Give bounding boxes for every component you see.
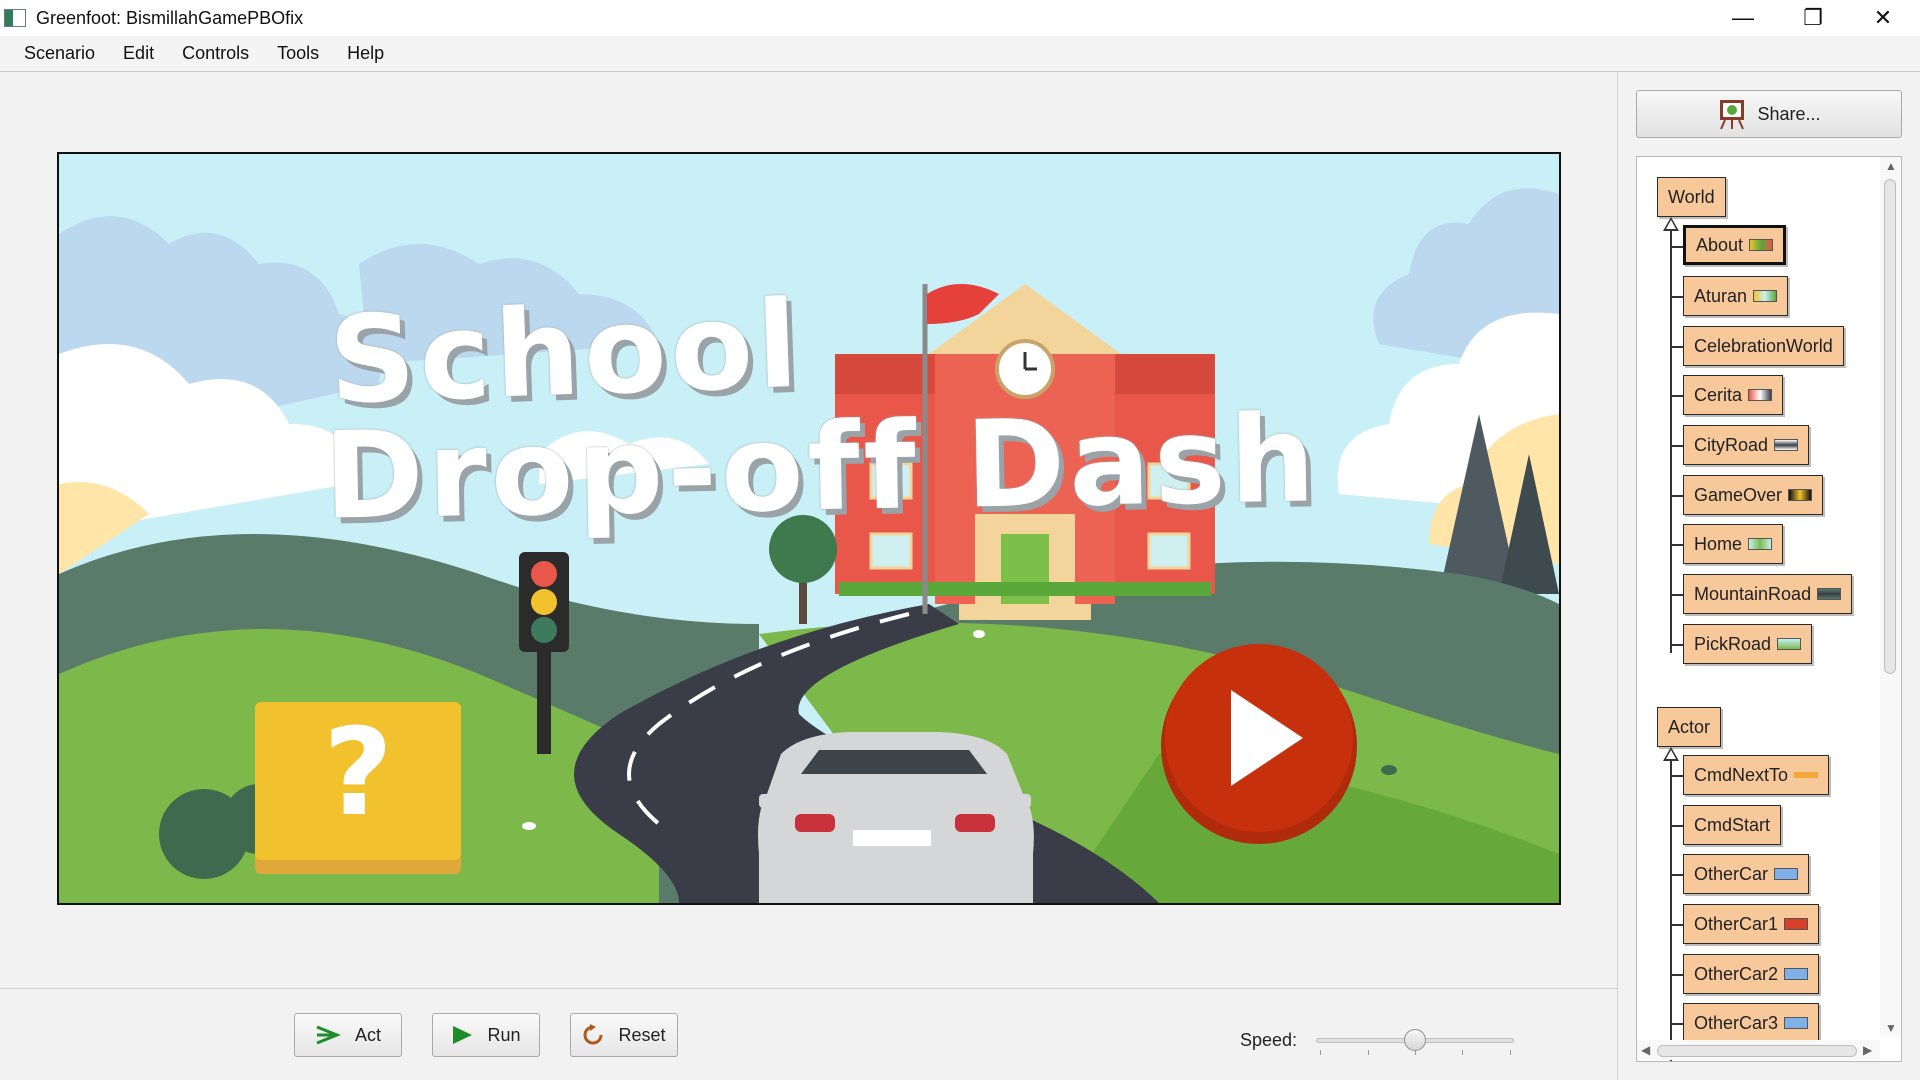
share-label: Share... xyxy=(1757,103,1821,124)
run-button[interactable]: Run xyxy=(432,1013,540,1057)
car-icon xyxy=(1774,868,1799,880)
right-divider xyxy=(1617,72,1618,1080)
run-label: Run xyxy=(487,1024,521,1045)
vertical-scroll-thumb[interactable] xyxy=(1884,179,1896,674)
world-canvas[interactable]: ? School Drop-off Dash xyxy=(57,152,1561,905)
tree-line xyxy=(1670,924,1684,926)
inheritance-arrow xyxy=(1663,747,1679,761)
minimize-button[interactable]: — xyxy=(1708,0,1778,36)
tree-line xyxy=(1670,346,1684,348)
tree-line xyxy=(1670,544,1684,546)
class-pickroad[interactable]: PickRoad xyxy=(1683,624,1813,664)
class-gameover[interactable]: GameOver xyxy=(1683,475,1824,515)
menu-tools[interactable]: Tools xyxy=(263,43,333,64)
reset-icon xyxy=(584,1024,603,1045)
class-thumbnail xyxy=(1753,290,1778,302)
menu-edit[interactable]: Edit xyxy=(109,43,168,64)
class-othercar1[interactable]: OtherCar1 xyxy=(1683,904,1820,944)
scroll-right-icon[interactable]: ▶ xyxy=(1863,1043,1872,1057)
class-othercar2[interactable]: OtherCar2 xyxy=(1683,954,1820,994)
tree-line xyxy=(1670,231,1672,653)
scroll-down-icon[interactable]: ▼ xyxy=(1885,1021,1897,1035)
inheritance-arrow xyxy=(1663,217,1679,231)
tree-line xyxy=(1670,296,1684,298)
arrow-right-icon xyxy=(1794,772,1819,778)
scroll-left-icon[interactable]: ◀ xyxy=(1641,1043,1650,1057)
greenfoot-app-icon xyxy=(4,9,26,27)
tree-line xyxy=(1670,1023,1684,1025)
class-cmdstart[interactable]: CmdStart xyxy=(1683,805,1782,845)
menu-bar: Scenario Edit Controls Tools Help xyxy=(0,36,1920,72)
menu-scenario[interactable]: Scenario xyxy=(10,43,109,64)
class-cmdnextto[interactable]: CmdNextTo xyxy=(1683,755,1830,795)
car-icon xyxy=(1784,918,1809,930)
share-button[interactable]: Share... xyxy=(1636,90,1902,138)
class-aturan[interactable]: Aturan xyxy=(1683,276,1789,316)
tree-line xyxy=(1670,246,1684,248)
slider-tick xyxy=(1462,1050,1463,1055)
act-label: Act xyxy=(354,1024,381,1045)
menu-help[interactable]: Help xyxy=(333,43,398,64)
act-button[interactable]: Act xyxy=(294,1013,402,1057)
world-area: ? School Drop-off Dash xyxy=(0,72,1617,988)
class-mountainroad[interactable]: MountainRoad xyxy=(1683,574,1853,614)
slider-tick xyxy=(1320,1050,1321,1055)
class-othercar3[interactable]: OtherCar3 xyxy=(1683,1003,1820,1043)
vertical-scrollbar[interactable]: ▲ ▼ xyxy=(1880,157,1900,1037)
class-thumbnail xyxy=(1748,389,1773,401)
tree-line xyxy=(1670,825,1684,827)
game-title-line2: Drop-off Dash xyxy=(322,390,1321,547)
class-thumbnail xyxy=(1817,588,1842,600)
menu-controls[interactable]: Controls xyxy=(168,43,263,64)
slider-tick xyxy=(1510,1050,1511,1055)
tree-line xyxy=(1670,395,1684,397)
scroll-up-icon[interactable]: ▲ xyxy=(1885,159,1897,173)
class-thumbnail xyxy=(1749,239,1774,251)
reset-button[interactable]: Reset xyxy=(570,1013,678,1057)
bottom-divider xyxy=(0,988,1617,989)
class-cerita[interactable]: Cerita xyxy=(1683,375,1784,415)
car-icon xyxy=(1784,968,1809,980)
class-about[interactable]: About xyxy=(1683,225,1787,265)
title-bar: Greenfoot: BismillahGamePBOfix — ❐ ✕ xyxy=(0,0,1920,36)
help-question-mark: ? xyxy=(323,704,393,843)
class-othercar[interactable]: OtherCar xyxy=(1683,854,1810,894)
play-icon-small xyxy=(453,1026,473,1044)
speed-slider[interactable] xyxy=(1316,1026,1514,1056)
close-button[interactable]: ✕ xyxy=(1848,0,1918,36)
class-thumbnail xyxy=(1777,638,1802,650)
class-home[interactable]: Home xyxy=(1683,524,1784,564)
tree-line xyxy=(1670,775,1684,777)
class-celebrationworld[interactable]: CelebrationWorld xyxy=(1683,326,1844,366)
speed-slider-thumb[interactable] xyxy=(1404,1029,1426,1051)
tree-line xyxy=(1670,874,1684,876)
class-actor[interactable]: Actor xyxy=(1657,707,1722,747)
tree-line xyxy=(1670,974,1684,976)
horizontal-scroll-thumb[interactable] xyxy=(1657,1045,1857,1057)
speed-label: Speed: xyxy=(1240,1030,1298,1050)
slider-tick xyxy=(1368,1050,1369,1055)
class-thumbnail xyxy=(1748,538,1773,550)
class-thumbnail xyxy=(1774,439,1799,451)
tree-line xyxy=(1670,644,1684,646)
horizontal-scrollbar[interactable]: ◀ ▶ xyxy=(1637,1040,1880,1060)
class-cityroad[interactable]: CityRoad xyxy=(1683,425,1810,465)
restore-button[interactable]: ❐ xyxy=(1778,0,1848,36)
tree-line xyxy=(1670,594,1684,596)
class-world[interactable]: World xyxy=(1657,177,1726,217)
easel-share-icon xyxy=(1720,100,1745,130)
window-title: Greenfoot: BismillahGamePBOfix xyxy=(36,7,304,28)
class-diagram-panel: World About Aturan CelebrationWorld Ceri… xyxy=(1636,156,1902,1062)
car-icon xyxy=(1784,1017,1809,1029)
tree-line xyxy=(1670,761,1672,1061)
step-arrow-icon xyxy=(316,1025,341,1045)
class-thumbnail xyxy=(1788,489,1813,501)
tree-line xyxy=(1670,445,1684,447)
tree-line xyxy=(1670,495,1684,497)
reset-label: Reset xyxy=(618,1024,666,1045)
